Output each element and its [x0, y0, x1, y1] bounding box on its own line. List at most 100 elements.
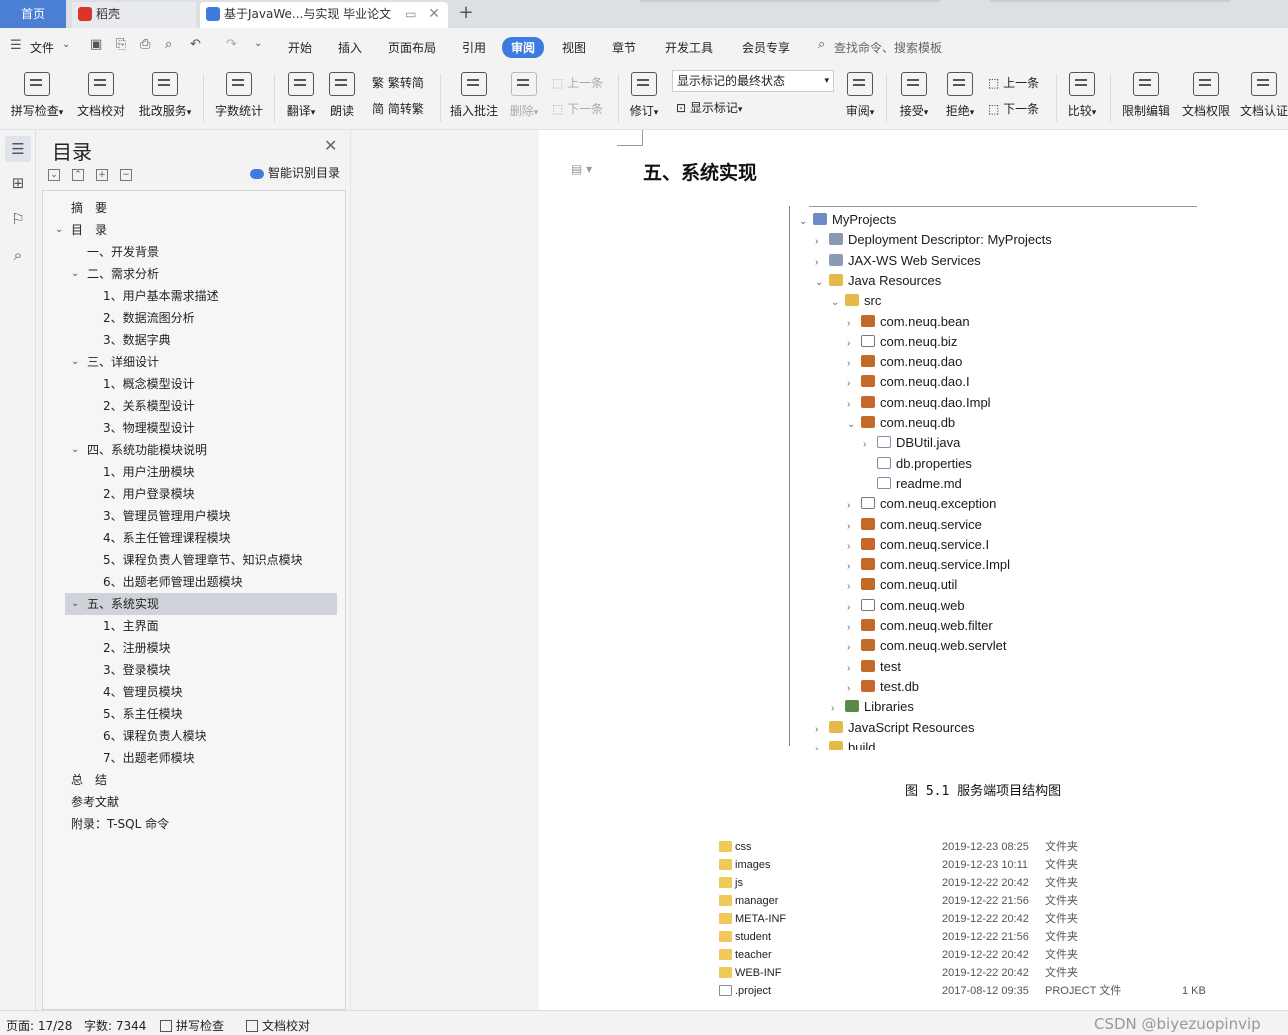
toc-item[interactable]: 3、管理员管理用户模块: [103, 505, 231, 527]
toc-item[interactable]: 7、出题老师模块: [103, 747, 195, 769]
reject-button[interactable]: 拒绝▾: [942, 72, 978, 119]
toc-item[interactable]: 一、开发背景: [87, 241, 159, 263]
toc-item[interactable]: 2、用户登录模块: [103, 483, 195, 505]
menu-chapter[interactable]: 章节: [612, 39, 636, 56]
remove-heading-icon[interactable]: −: [120, 169, 132, 181]
toc-item[interactable]: ⌄ 五、系统实现: [65, 593, 337, 615]
chevron-down-icon[interactable]: ⌄: [71, 593, 79, 615]
chevron-down-icon[interactable]: ⌄: [71, 439, 79, 461]
prev-change-button[interactable]: ⬚ 上一条: [988, 74, 1039, 91]
word-count[interactable]: 字数: 7344: [84, 1017, 146, 1034]
markup-state-select[interactable]: 显示标记的最终状态 ▾: [672, 70, 834, 92]
delete-comment-button[interactable]: 删除▾: [506, 72, 542, 119]
menu-dev-tools[interactable]: 开发工具: [665, 39, 713, 56]
toc-item[interactable]: ⌄ 目 录: [55, 219, 107, 241]
close-icon[interactable]: ✕: [428, 6, 440, 22]
toc-item[interactable]: 1、用户注册模块: [103, 461, 195, 483]
toc-item[interactable]: 总 结: [71, 769, 107, 791]
print-icon[interactable]: ⎙: [140, 37, 150, 52]
toc-item[interactable]: 参考文献: [71, 791, 119, 813]
toc-item[interactable]: ⌄ 二、需求分析: [71, 263, 159, 285]
read-aloud-button[interactable]: 朗读: [328, 72, 356, 119]
next-comment-button[interactable]: ⬚ 下一条: [552, 100, 603, 117]
toc-item[interactable]: ⌄ 四、系统功能模块说明: [71, 439, 207, 461]
status-proofread[interactable]: 文档校对: [246, 1017, 310, 1034]
toc-item[interactable]: 2、注册模块: [103, 637, 171, 659]
bookmark-icon[interactable]: ⚐: [9, 210, 27, 228]
review-pane-button[interactable]: 审阅▾: [842, 72, 878, 119]
toc-item[interactable]: 4、系主任管理课程模块: [103, 527, 231, 549]
wordcount-button[interactable]: 字数统计: [214, 72, 264, 119]
menu-start[interactable]: 开始: [288, 39, 312, 56]
revise-button[interactable]: 修订▾: [626, 72, 662, 119]
chevron-down-icon[interactable]: ⌄: [55, 219, 63, 241]
menu-reference[interactable]: 引用: [462, 39, 486, 56]
toc-item[interactable]: 1、概念模型设计: [103, 373, 195, 395]
show-markup-button[interactable]: ⊡ 显示标记▾: [676, 99, 742, 116]
save-icon[interactable]: ▣: [90, 37, 102, 52]
toc-item[interactable]: 5、课程负责人管理章节、知识点模块: [103, 549, 303, 571]
paragraph-icon[interactable]: ▤ ▾: [571, 162, 592, 176]
new-tab-button[interactable]: +: [456, 2, 476, 26]
navigation-icon[interactable]: ⊞: [9, 174, 27, 192]
search-icon[interactable]: ⌕: [9, 246, 27, 264]
doc-certify-button[interactable]: 文档认证: [1240, 72, 1288, 119]
collapse-all-icon[interactable]: ⌄: [48, 169, 60, 181]
toc-panel-icon[interactable]: ☰: [5, 136, 31, 162]
undo-icon[interactable]: ↶: [190, 37, 201, 52]
spellcheck-button[interactable]: 拼写检查▾: [8, 72, 66, 119]
toc-item[interactable]: ⌄ 三、详细设计: [71, 351, 159, 373]
toc-item[interactable]: 4、管理员模块: [103, 681, 183, 703]
translate-button[interactable]: 翻译▾: [284, 72, 318, 119]
chevron-down-icon[interactable]: ⌄: [62, 39, 70, 50]
toc-item[interactable]: 1、主界面: [103, 615, 159, 637]
accept-button[interactable]: 接受▾: [896, 72, 932, 119]
toc-item[interactable]: 1、用户基本需求描述: [103, 285, 219, 307]
customize-icon[interactable]: ⌄: [254, 38, 262, 49]
to-simplified-button[interactable]: 繁 繁转简: [372, 74, 424, 91]
tab-daoke[interactable]: 稻壳: [72, 2, 196, 28]
chevron-down-icon[interactable]: ⌄: [71, 263, 79, 285]
compare-button[interactable]: 比较▾: [1064, 72, 1100, 119]
smart-toc-button[interactable]: 智能识别目录: [250, 164, 340, 181]
toc-item[interactable]: 摘 要: [71, 197, 107, 219]
menu-review[interactable]: 审阅: [502, 37, 545, 58]
toc-item[interactable]: 3、物理模型设计: [103, 417, 195, 439]
print-preview-icon[interactable]: ⌕: [165, 37, 172, 52]
menu-layout[interactable]: 页面布局: [388, 39, 436, 56]
menu-member[interactable]: 会员专享: [742, 39, 790, 56]
command-search[interactable]: 查找命令、搜索模板: [834, 39, 942, 56]
toc-item[interactable]: 5、系主任模块: [103, 703, 183, 725]
proofread-button[interactable]: 文档校对: [76, 72, 126, 119]
tab-document[interactable]: 基于JavaWe...与实现 毕业论文 ▭ ✕: [200, 2, 448, 28]
page-indicator[interactable]: 页面: 17/28: [6, 1017, 72, 1034]
chevron-down-icon[interactable]: ⌄: [71, 351, 79, 373]
redo-icon[interactable]: ↷: [226, 37, 237, 52]
doc-rights-button[interactable]: 文档权限: [1180, 72, 1232, 119]
next-change-button[interactable]: ⬚ 下一条: [988, 100, 1039, 117]
status-spellcheck[interactable]: 拼写检查: [160, 1017, 224, 1034]
menu-view[interactable]: 视图: [562, 39, 586, 56]
tab-home[interactable]: 首页: [0, 0, 66, 28]
batch-service-button[interactable]: 批改服务▾: [136, 72, 194, 119]
menu-file[interactable]: 文件: [30, 39, 54, 56]
add-heading-icon[interactable]: +: [96, 169, 108, 181]
toc-item[interactable]: 3、数据字典: [103, 329, 171, 351]
toc-item[interactable]: 2、数据流图分析: [103, 307, 195, 329]
toc-item[interactable]: 附录：T-SQL 命令: [71, 813, 169, 835]
toc-item[interactable]: 3、登录模块: [103, 659, 171, 681]
prev-comment-button[interactable]: ⬚ 上一条: [552, 74, 603, 91]
insert-comment-button[interactable]: 插入批注: [448, 72, 500, 119]
toc-item[interactable]: 2、关系模型设计: [103, 395, 195, 417]
menu-insert[interactable]: 插入: [338, 39, 362, 56]
hamburger-icon[interactable]: ☰: [10, 38, 22, 53]
chevron-right-icon: ›: [815, 236, 819, 248]
to-traditional-button[interactable]: 简 简转繁: [372, 100, 424, 117]
tab-float-icon[interactable]: ▭: [405, 7, 416, 21]
export-icon[interactable]: ⎘: [116, 37, 126, 52]
expand-level-icon[interactable]: ⌃: [72, 169, 84, 181]
toc-item[interactable]: 6、课程负责人模块: [103, 725, 207, 747]
toc-item[interactable]: 6、出题老师管理出题模块: [103, 571, 243, 593]
restrict-edit-button[interactable]: 限制编辑: [1120, 72, 1172, 119]
close-icon[interactable]: ✕: [324, 136, 337, 155]
